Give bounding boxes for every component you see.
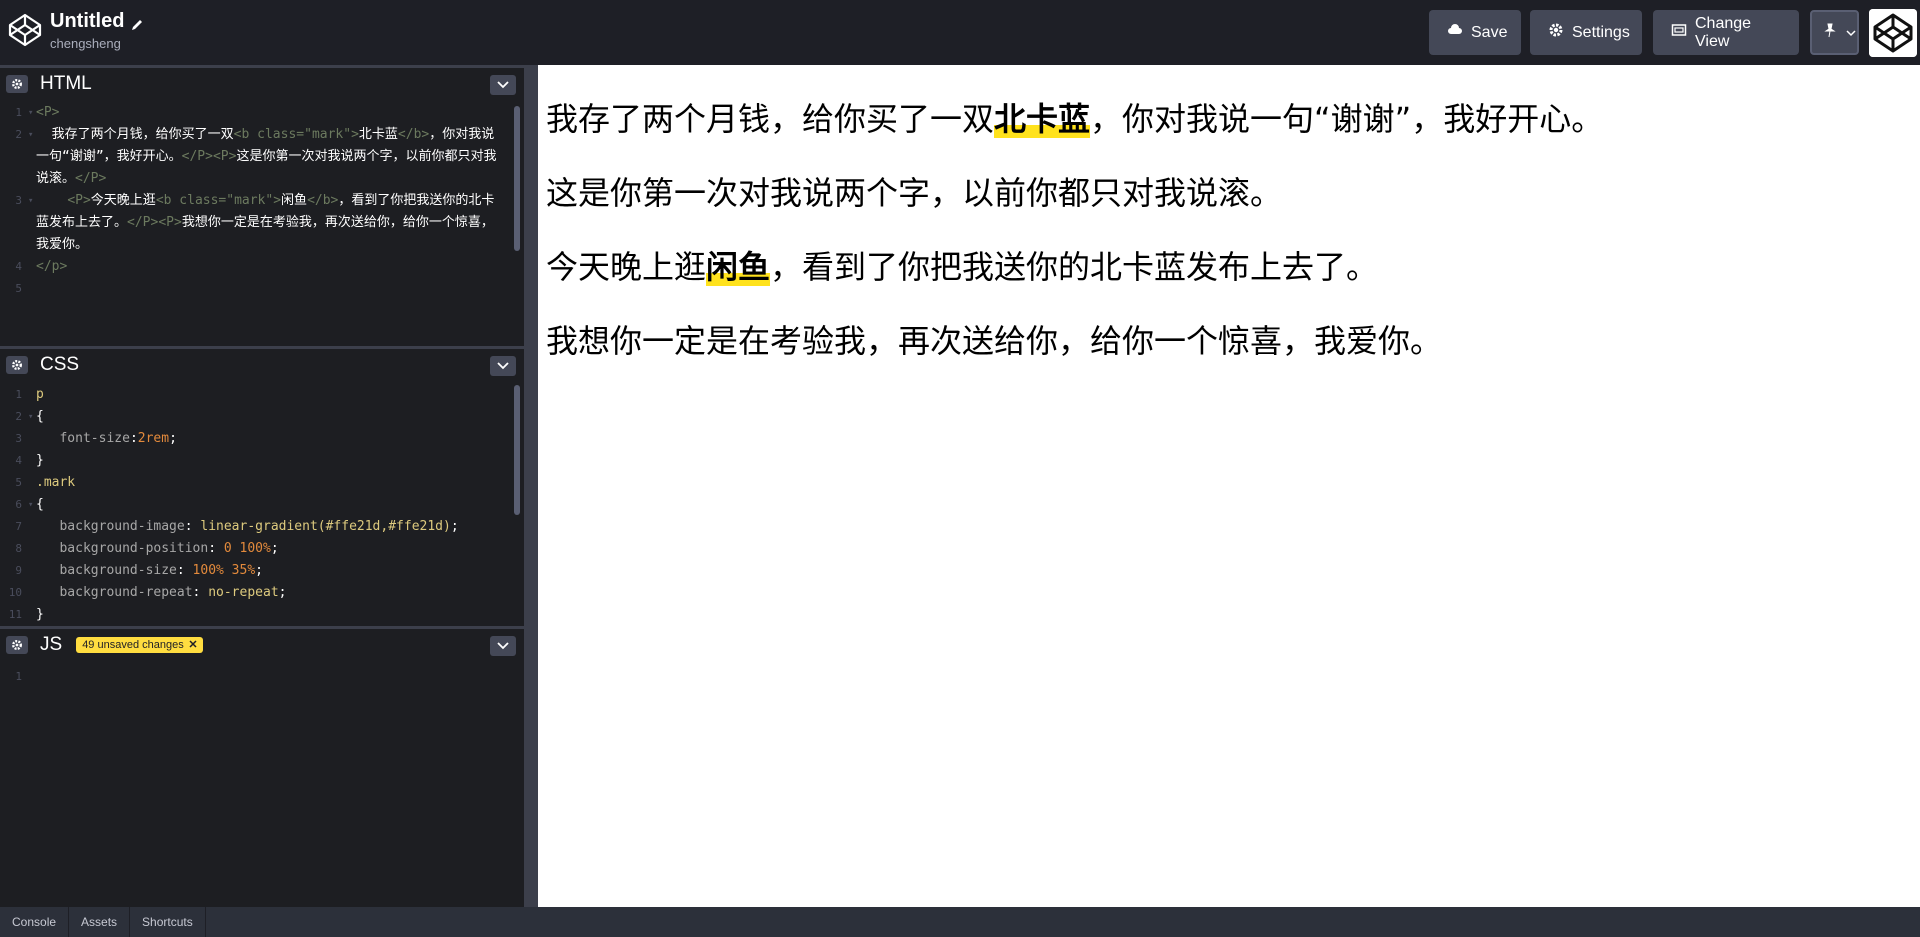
html-settings-icon[interactable]: [6, 75, 28, 93]
code-token: </P>: [75, 171, 107, 186]
result-preview: 我存了两个月钱，给你买了一双北卡蓝，你对我说一句“谢谢”，我好开心。 这是你第一…: [538, 65, 1920, 907]
chevron-down-icon[interactable]: [490, 636, 516, 656]
code-token: background-repeat: [59, 585, 193, 600]
editor-column: HTML 1 ▾ <P> 2 ▾ 我存了两个月钱，给你买了一双<b class="ma…: [0, 65, 524, 907]
code-token: <b class="mark">: [155, 193, 282, 208]
console-button[interactable]: Console: [0, 907, 70, 937]
js-panel-title: JS: [40, 634, 63, 655]
code-token: <P>: [67, 193, 91, 208]
code-token: 0 100%: [223, 541, 271, 556]
preview-paragraph: 这是你第一次对我说两个字，以前你都只对我说滚。: [546, 174, 1283, 212]
chevron-down-icon[interactable]: [490, 356, 516, 376]
code-token: </P><P>: [181, 149, 237, 164]
cloud-icon: [1447, 22, 1463, 43]
avatar[interactable]: [1869, 9, 1917, 57]
code-token: </b>: [307, 193, 339, 208]
code-token: linear-gradient(#ffe21d,#ffe21d): [200, 519, 451, 534]
preview-paragraph: 我存了两个月钱，给你买了一双北卡蓝，你对我说一句“谢谢”，我好开心。: [546, 100, 1604, 138]
html-panel-title: HTML: [40, 73, 92, 94]
change-view-label: Change View: [1695, 14, 1752, 50]
codepen-logo-icon[interactable]: [8, 13, 42, 47]
gear-icon: [1548, 22, 1564, 43]
html-panel: HTML 1 ▾ <P> 2 ▾ 我存了两个月钱，给你买了一双<b class="ma…: [0, 65, 524, 346]
code-token: 闲鱼: [281, 193, 308, 208]
code-token: <P>: [36, 105, 60, 120]
code-token: font-size: [59, 431, 130, 446]
code-token: 2rem: [137, 431, 170, 446]
shortcuts-button[interactable]: Shortcuts: [130, 907, 206, 937]
html-code-editor[interactable]: 1 ▾ <P> 2 ▾ 我存了两个月钱，给你买了一双<b class="mark">北…: [0, 100, 524, 343]
code-token: background-image: [59, 519, 185, 534]
code-token: }: [36, 607, 44, 622]
unsaved-changes-label: 49 unsaved changes: [82, 639, 184, 651]
assets-button[interactable]: Assets: [69, 907, 131, 937]
js-settings-icon[interactable]: [6, 636, 28, 654]
pin-icon: [1822, 22, 1838, 43]
author-name[interactable]: chengsheng: [50, 36, 144, 51]
code-token: 我存了两个月钱，给你买了一双: [36, 127, 234, 142]
bottom-bar: Console Assets Shortcuts: [0, 907, 1920, 937]
js-panel: JS 49 unsaved changes 1: [0, 626, 524, 907]
code-token: .mark: [36, 475, 76, 490]
preview-paragraph: 今天晚上逛闲鱼，看到了你把我送你的北卡蓝发布上去了。: [546, 248, 1379, 286]
css-panel-title: CSS: [40, 354, 80, 375]
chevron-down-icon: [1846, 24, 1856, 42]
code-token: </b>: [397, 127, 430, 142]
code-token: </P><P>: [127, 215, 182, 230]
code-token: 100% 35%: [192, 563, 256, 578]
code-token: {: [36, 497, 44, 512]
marked-text: 北卡蓝: [994, 100, 1091, 138]
code-token: p: [36, 387, 44, 402]
css-code-editor[interactable]: 1p 2 ▾{ 3 font-size:2rem; 4} 5 .mark 6 ▾{ 7…: [0, 381, 524, 623]
top-bar: Untitled chengsheng Save Settings Change…: [0, 0, 1920, 65]
save-button[interactable]: Save: [1429, 10, 1521, 55]
layout-icon: [1671, 22, 1687, 43]
save-label: Save: [1471, 23, 1508, 41]
code-token: }: [36, 453, 44, 468]
code-token: 北卡蓝: [358, 127, 398, 142]
unsaved-changes-badge[interactable]: 49 unsaved changes: [76, 637, 203, 653]
code-token: {: [36, 409, 44, 424]
code-token: <b class="mark">: [233, 127, 359, 142]
settings-label: Settings: [1572, 23, 1630, 41]
js-code-editor[interactable]: 1: [0, 661, 524, 904]
html-scrollbar[interactable]: [514, 106, 520, 251]
title-block: Untitled chengsheng: [50, 10, 144, 51]
code-token: background-size: [59, 563, 177, 578]
pen-title[interactable]: Untitled: [50, 10, 124, 33]
code-token: no-repeat: [208, 585, 279, 600]
css-scrollbar[interactable]: [514, 385, 520, 515]
change-view-button[interactable]: Change View: [1653, 10, 1799, 55]
close-icon[interactable]: [189, 639, 197, 651]
code-token: 今天晚上逛: [90, 193, 156, 208]
marked-text: 闲鱼: [706, 248, 771, 286]
preview-paragraph: 我想你一定是在考验我，再次送给你，给你一个惊喜，我爱你。: [546, 322, 1443, 360]
pencil-icon[interactable]: [130, 15, 144, 30]
css-panel: CSS 1p 2 ▾{ 3 font-size:2rem; 4} 5 .mark 6…: [0, 346, 524, 626]
pin-menu-button[interactable]: [1810, 10, 1859, 55]
resize-divider[interactable]: [524, 65, 538, 907]
css-settings-icon[interactable]: [6, 356, 28, 374]
code-token: background-position: [59, 541, 209, 556]
chevron-down-icon[interactable]: [490, 75, 516, 95]
code-token: </p>: [36, 259, 68, 274]
settings-button[interactable]: Settings: [1530, 10, 1642, 55]
